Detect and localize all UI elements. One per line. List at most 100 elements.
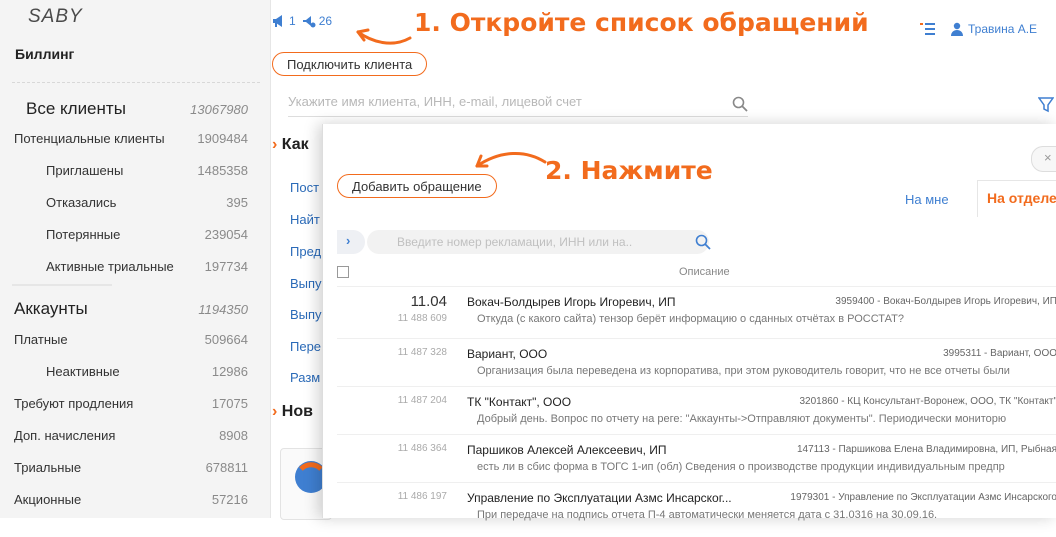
sidebar-item-trial[interactable]: Триальные 678811 — [0, 453, 262, 481]
sidebar-item-lost[interactable]: Потерянные 239054 — [0, 220, 262, 248]
appeals-panel: Добавить обращение 2. Нажмите × На мне Н… — [322, 124, 1056, 521]
appeals-count-new: 1 — [289, 14, 296, 28]
arrow-annotation-icon — [356, 28, 412, 45]
sidebar-item-count: 1485358 — [197, 162, 248, 178]
filter-icon[interactable] — [1038, 97, 1054, 113]
sidebar-item-count: 197734 — [204, 258, 248, 274]
user-menu[interactable]: Травина А.Е — [950, 22, 1037, 36]
section-news: › Нов — [272, 403, 313, 420]
row-client-id: 3995311 - Вариант, ООО — [943, 348, 1056, 359]
sidebar-item-count: 678811 — [205, 459, 248, 475]
sidebar-item-extra-charges[interactable]: Доп. начисления 8908 — [0, 421, 262, 449]
link-item[interactable]: Выпу — [290, 307, 322, 322]
list-priority-icon[interactable] — [920, 22, 936, 36]
annotation-step-2: 2. Нажмите — [545, 156, 713, 185]
sidebar-item-count: 12986 — [211, 363, 248, 379]
link-item[interactable]: Пред — [290, 244, 321, 259]
sidebar-item-count: 239054 — [204, 226, 248, 242]
column-header-description: Описание — [679, 266, 730, 278]
appeals-count-total: 26 — [318, 14, 333, 28]
chevron-right-icon: › — [272, 136, 278, 153]
row-client-id: 3201860 - КЦ Консультант-Воронеж, ООО, Т… — [799, 396, 1056, 407]
row-client-id: 147113 - Паршикова Елена Владимировна, И… — [797, 444, 1056, 455]
table-row[interactable]: 11 486 364 Паршиков Алексей Алексеевич, … — [337, 434, 1056, 489]
sidebar-group-accounts[interactable]: Аккаунты 1194350 — [0, 295, 262, 323]
sidebar-item-promo[interactable]: Акционные 57216 — [0, 485, 262, 513]
sidebar-item-label: Неактивные — [46, 363, 120, 379]
row-number: 11 488 609 — [397, 313, 447, 324]
table-row[interactable]: 11 486 197 Управление по Эксплуатации Аз… — [337, 482, 1056, 537]
row-client-name: Вокач-Болдырев Игорь Игоревич, ИП — [467, 295, 676, 309]
search-icon[interactable] — [695, 234, 711, 250]
search-icon[interactable] — [732, 96, 748, 112]
annotation-step-1: 1. Откройте список обращений — [414, 8, 869, 37]
chevron-right-icon: › — [272, 403, 278, 420]
row-client-id: 1979301 - Управление по Эксплуатации Азм… — [790, 492, 1056, 503]
table-row[interactable]: 11 487 204 ТК "Контакт", ООО 3201860 - К… — [337, 386, 1056, 441]
sidebar-item-count: 57216 — [211, 491, 248, 507]
sidebar-item-potential[interactable]: Потенциальные клиенты 1909484 — [0, 124, 262, 152]
row-client-name: Паршиков Алексей Алексеевич, ИП — [467, 443, 667, 457]
appeal-search-input[interactable]: Введите номер рекламации, ИНН или на.. — [367, 230, 711, 254]
sidebar-item-inactive[interactable]: Неактивные 12986 — [0, 357, 262, 385]
app-logo[interactable]: SABY — [28, 6, 83, 28]
add-appeal-button[interactable]: Добавить обращение — [337, 174, 497, 198]
link-item[interactable]: Разм — [290, 370, 320, 385]
search-placeholder: Введите номер рекламации, ИНН или на.. — [397, 235, 633, 249]
row-description: При передаче на подпись отчета П-4 автом… — [477, 509, 938, 521]
sidebar-item-label: Акционные — [14, 491, 82, 507]
divider — [12, 82, 260, 83]
user-icon — [951, 22, 963, 36]
sidebar-item-paid[interactable]: Платные 509664 — [0, 325, 262, 353]
search-placeholder: Укажите имя клиента, ИНН, e-mail, лицево… — [288, 94, 582, 109]
row-number: 11 487 204 — [397, 395, 447, 406]
sidebar-item-count: 8908 — [219, 427, 248, 443]
section-how-to: › Как — [272, 136, 309, 153]
sidebar-group-all-clients[interactable]: Все клиенты 13067980 — [0, 95, 262, 123]
appeals-counter[interactable]: 1 26 — [272, 14, 332, 28]
sidebar-item-active-trial[interactable]: Активные триальные 197734 — [0, 252, 262, 280]
connect-client-button[interactable]: Подключить клиента — [272, 52, 428, 76]
sidebar-item-label: Приглашены — [46, 162, 124, 178]
sidebar: SABY Биллинг Все клиенты 13067980 Потенц… — [0, 0, 271, 518]
close-icon: × — [1044, 150, 1052, 165]
row-client-name: ТК "Контакт", ООО — [467, 395, 572, 409]
link-item[interactable]: Пост — [290, 180, 319, 195]
megaphone-group-icon — [302, 16, 316, 28]
row-description: Откуда (с какого сайта) тензор берёт инф… — [477, 313, 904, 325]
client-search-input[interactable]: Укажите имя клиента, ИНН, e-mail, лицево… — [288, 94, 748, 117]
divider — [12, 284, 112, 286]
sidebar-item-refused[interactable]: Отказались 395 — [0, 188, 262, 216]
sidebar-item-count: 17075 — [211, 395, 248, 411]
sidebar-item-invited[interactable]: Приглашены 1485358 — [0, 156, 262, 184]
link-item[interactable]: Пере — [290, 339, 321, 354]
sidebar-item-label: Требуют продления — [14, 395, 134, 411]
row-description: Добрый день. Вопрос по отчету на реге: "… — [477, 413, 1007, 425]
tab-mine[interactable]: На мне — [905, 192, 949, 207]
link-item[interactable]: Найт — [290, 212, 320, 227]
tab-dept[interactable]: На отделе — [987, 190, 1056, 206]
section-title: Биллинг — [15, 46, 75, 62]
row-number: 11 486 197 — [397, 491, 447, 502]
row-client-name: Вариант, ООО — [467, 347, 548, 361]
row-client-name: Управление по Эксплуатации Азмс Инсарско… — [467, 491, 732, 505]
expand-panel-button[interactable]: › — [337, 230, 365, 254]
table-row[interactable]: 11 487 328 Вариант, ООО 3995311 - Вариан… — [337, 338, 1056, 393]
sidebar-group-count: 1194350 — [198, 301, 248, 317]
sidebar-item-label: Активные триальные — [46, 258, 174, 274]
link-item[interactable]: Выпу — [290, 276, 322, 291]
sidebar-item-count: 509664 — [204, 331, 248, 347]
sidebar-item-renewal[interactable]: Требуют продления 17075 — [0, 389, 262, 417]
chevron-right-icon: › — [346, 233, 351, 248]
row-client-id: 3959400 - Вокач-Болдырев Игорь Игоревич,… — [835, 296, 1056, 307]
sidebar-group-label: Аккаунты — [14, 299, 88, 318]
close-panel-button[interactable]: × — [1031, 146, 1056, 172]
sidebar-item-count: 395 — [226, 194, 248, 210]
sidebar-item-label: Отказались — [46, 194, 117, 210]
sidebar-item-label: Потерянные — [46, 226, 121, 242]
sidebar-group-count: 13067980 — [190, 101, 248, 117]
row-number: 11 486 364 — [397, 443, 447, 454]
table-row[interactable]: 11.04 11 488 609 Вокач-Болдырев Игорь Иг… — [337, 286, 1056, 341]
select-all-checkbox[interactable] — [337, 266, 349, 278]
sidebar-item-label: Платные — [14, 331, 68, 347]
